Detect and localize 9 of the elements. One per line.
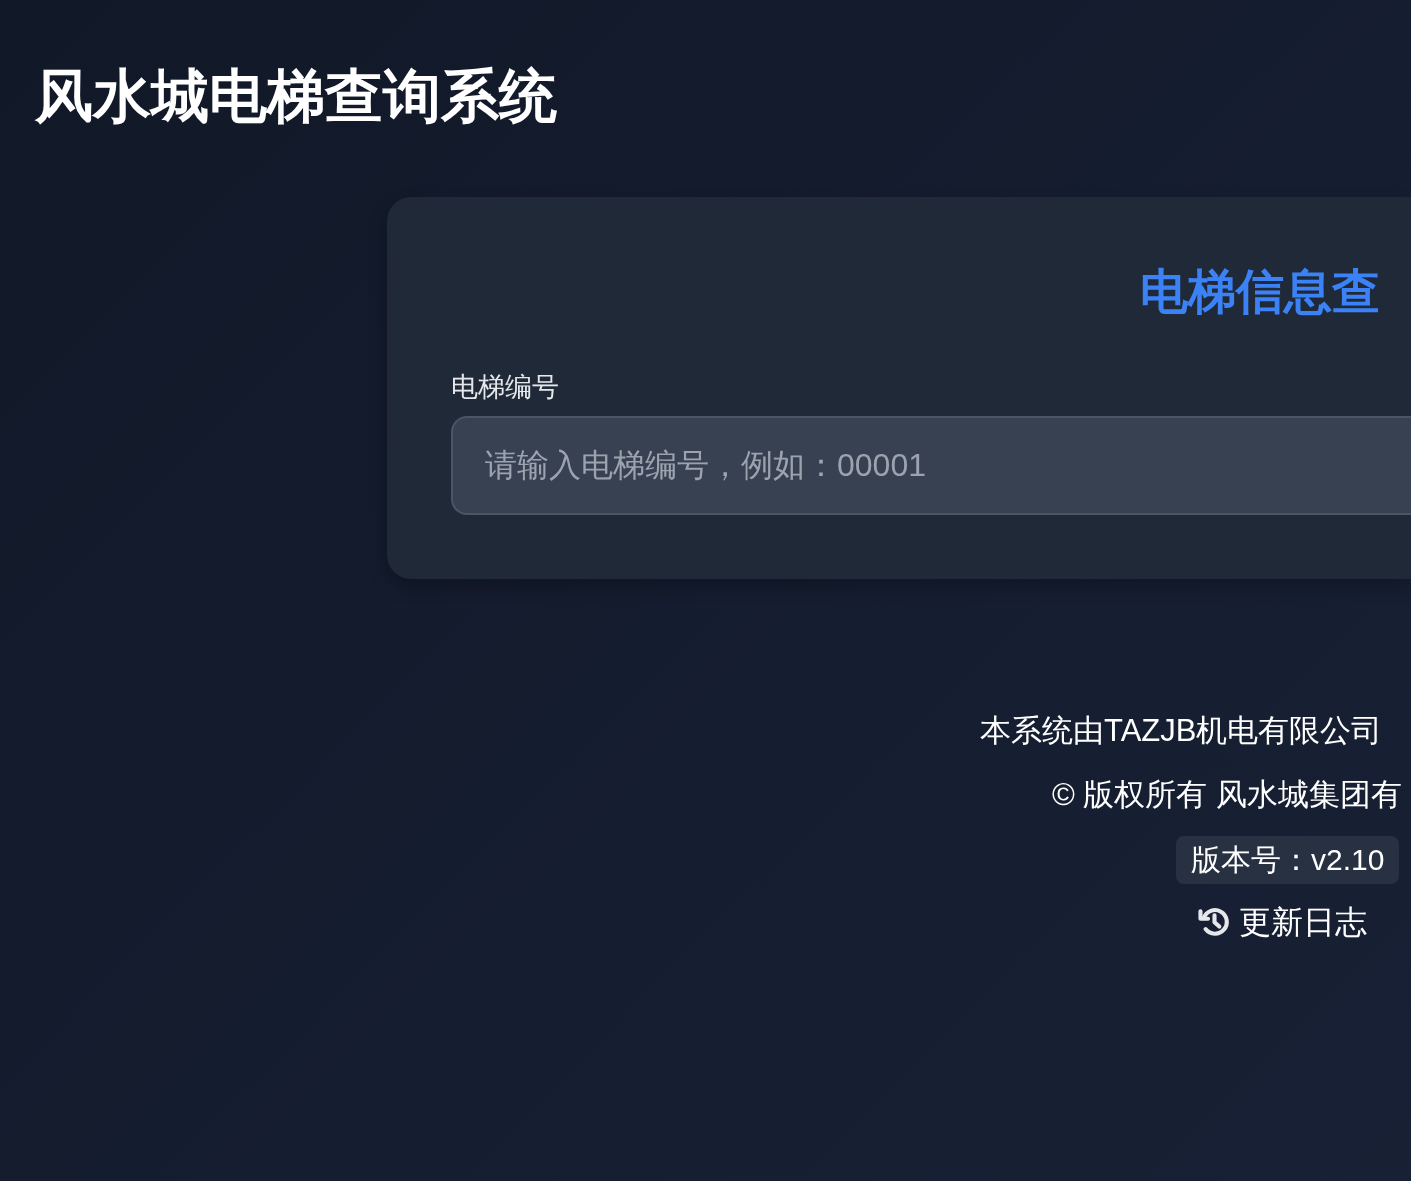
- provider-note: 本系统由TAZJB机电有限公司: [980, 711, 1383, 750]
- app-title: 风水城电梯查询系统: [35, 66, 557, 127]
- card-title: 电梯信息查: [1140, 263, 1380, 320]
- changelog-link[interactable]: 更新日志: [1198, 897, 1367, 946]
- field-label: 电梯编号: [451, 371, 559, 405]
- history-icon: [1198, 905, 1231, 939]
- elevator-number-field[interactable]: 请输入电梯编号，例如：00001: [451, 415, 1411, 515]
- copyright-text: © 版权所有 风水城集团有: [1052, 775, 1403, 814]
- version-badge: 版本号：v2.10: [1176, 835, 1400, 884]
